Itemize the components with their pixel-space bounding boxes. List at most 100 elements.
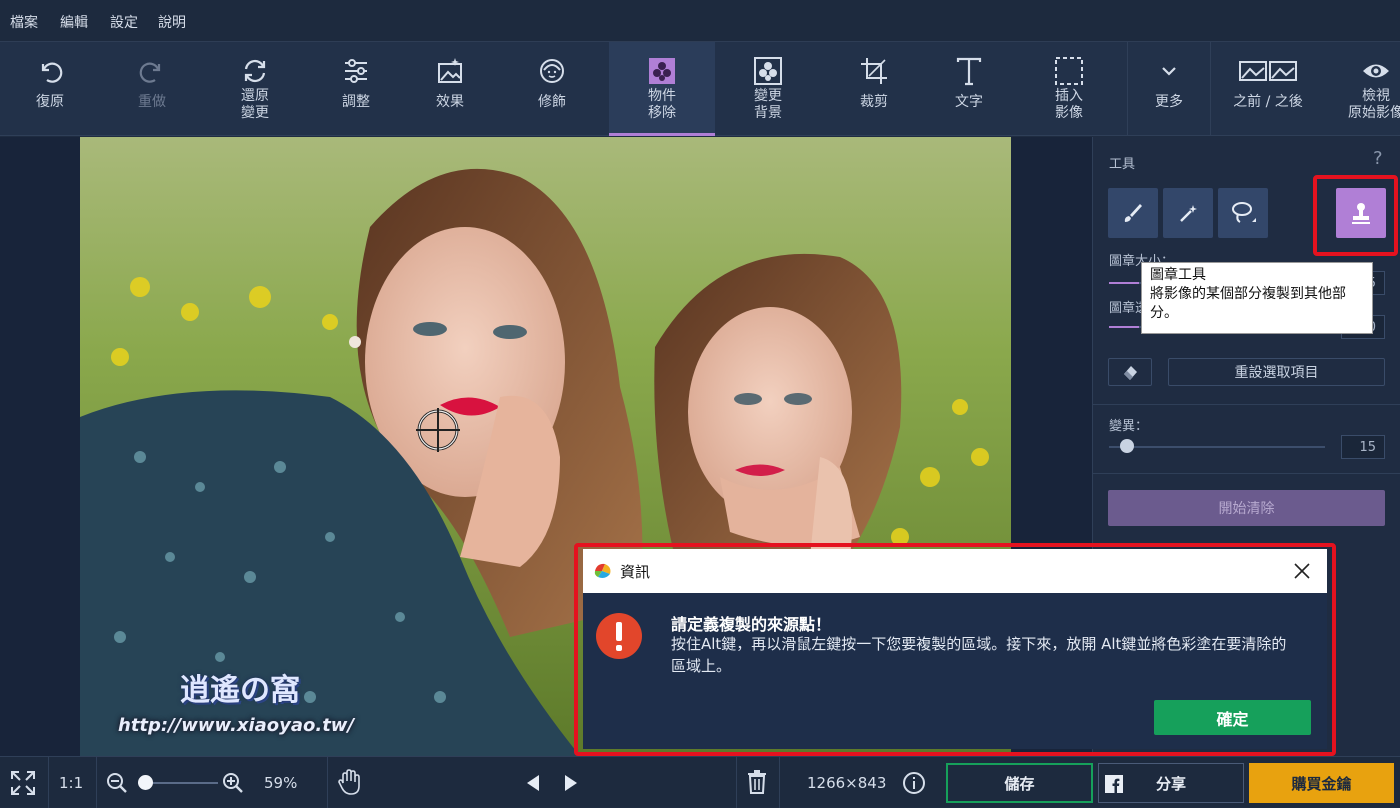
revert-changes-button[interactable]: 還原 變更 <box>205 42 305 136</box>
magic-wand-icon <box>1180 205 1197 222</box>
help-icon[interactable]: ? <box>1373 148 1383 169</box>
facebook-icon <box>1105 775 1123 793</box>
menu-bar: 檔案 編輯 設定 說明 <box>0 0 1400 42</box>
info-icon[interactable] <box>902 771 926 795</box>
eraser-button[interactable] <box>1108 358 1152 386</box>
eraser-icon <box>1124 366 1137 380</box>
object-removal-button[interactable]: 物件 移除 <box>609 42 715 136</box>
zoom-out-icon[interactable] <box>106 772 128 794</box>
retouch-button[interactable]: 修飾 <box>502 42 602 136</box>
hand-tool-icon[interactable] <box>338 769 360 795</box>
toolbar: 復原 重做 還原 變更 調整 效果 修飾 物件 移除 變更 背景 裁剪 文字 插… <box>0 42 1400 136</box>
crop-button[interactable]: 裁剪 <box>824 42 924 136</box>
view-original-label-1: 檢視 <box>1362 88 1390 104</box>
chevron-down-icon <box>1162 67 1176 76</box>
actual-size-button[interactable]: 1:1 <box>59 774 83 792</box>
undo-button[interactable]: 復原 <box>0 42 100 136</box>
variance-value[interactable]: 15 <box>1341 435 1385 459</box>
object-removal-label-2: 移除 <box>648 105 676 121</box>
change-bg-label-1: 變更 <box>754 88 782 104</box>
insert-image-label-1: 插入 <box>1055 88 1083 104</box>
toolbar-separator-2 <box>1210 42 1211 136</box>
start-erase-button[interactable]: 開始清除 <box>1108 490 1385 526</box>
stamp-tool-tooltip: 圖章工具 將影像的某個部分複製到其他部分。 <box>1141 262 1373 334</box>
panel-divider-2 <box>1093 473 1400 474</box>
crop-label: 裁剪 <box>860 94 888 110</box>
menu-file[interactable]: 檔案 <box>10 12 38 32</box>
trash-icon[interactable] <box>747 770 767 794</box>
face-icon <box>540 59 564 83</box>
bottom-bar: 1:1 59% 1266×843 儲存 分享 購買金鑰 <box>0 756 1400 808</box>
lasso-icon <box>1232 202 1256 223</box>
retouch-label: 修飾 <box>538 94 566 110</box>
stamp-tool-highlight <box>1313 175 1398 256</box>
variance-slider-handle[interactable] <box>1120 439 1134 453</box>
effects-icon <box>438 58 462 83</box>
magic-wand-tool-button[interactable] <box>1163 188 1213 238</box>
revert-label-2: 變更 <box>241 105 269 121</box>
menu-settings[interactable]: 設定 <box>110 12 138 32</box>
redo-button[interactable]: 重做 <box>102 42 202 136</box>
adjust-button[interactable]: 調整 <box>306 42 406 136</box>
insert-image-label-2: 影像 <box>1055 105 1083 121</box>
fullscreen-icon[interactable] <box>10 770 36 796</box>
before-after-label: 之前 / 之後 <box>1233 94 1303 110</box>
revert-label-1: 還原 <box>241 88 269 104</box>
object-removal-icon <box>649 58 675 84</box>
bottom-separator <box>736 757 737 808</box>
previous-image-icon[interactable] <box>524 773 542 793</box>
effects-button[interactable]: 效果 <box>400 42 500 136</box>
insert-image-button[interactable]: 插入 影像 <box>1019 42 1119 136</box>
more-button[interactable]: 更多 <box>1128 42 1210 136</box>
bottom-separator <box>779 757 780 808</box>
bottom-separator <box>96 757 97 808</box>
lasso-tool-button[interactable] <box>1218 188 1268 238</box>
undo-icon <box>41 62 63 83</box>
panel-divider <box>1093 404 1400 405</box>
tools-title: 工具 <box>1109 157 1136 172</box>
share-label: 分享 <box>1155 774 1186 793</box>
change-bg-label-2: 背景 <box>754 105 782 121</box>
brush-tool-button[interactable] <box>1108 188 1158 238</box>
object-removal-label-1: 物件 <box>648 88 676 104</box>
sliders-icon <box>345 59 367 83</box>
brush-icon <box>1124 204 1142 222</box>
image-dimensions: 1266×843 <box>807 774 887 792</box>
opacity-fill <box>1109 326 1139 328</box>
before-after-button[interactable]: 之前 / 之後 <box>1212 42 1324 136</box>
zoom-in-icon[interactable] <box>222 772 244 794</box>
text-button[interactable]: 文字 <box>919 42 1019 136</box>
eye-icon <box>1363 64 1389 78</box>
view-original-label-2: 原始影像 <box>1348 105 1400 121</box>
variance-label: 變異： <box>1109 419 1149 434</box>
text-label: 文字 <box>955 94 983 110</box>
refresh-icon <box>244 59 266 83</box>
next-image-icon[interactable] <box>562 773 580 793</box>
redo-icon <box>139 62 161 83</box>
text-icon <box>956 57 982 86</box>
effects-label: 效果 <box>436 94 464 110</box>
redo-label: 重做 <box>138 94 166 110</box>
tooltip-title: 圖章工具 <box>1150 267 1206 283</box>
reset-selection-button[interactable]: 重設選取項目 <box>1168 358 1385 386</box>
watermark-logo: 逍遙の窩 <box>180 673 300 708</box>
share-button[interactable]: 分享 <box>1098 763 1244 803</box>
tooltip-body: 將影像的某個部分複製到其他部分。 <box>1150 286 1346 321</box>
menu-edit[interactable]: 編輯 <box>60 12 88 32</box>
save-button[interactable]: 儲存 <box>946 763 1093 803</box>
menu-help[interactable]: 說明 <box>158 12 186 32</box>
insert-image-icon <box>1055 57 1083 85</box>
buy-key-button[interactable]: 購買金鑰 <box>1249 763 1394 803</box>
adjust-label: 調整 <box>342 94 370 110</box>
bottom-separator <box>327 757 328 808</box>
view-original-button[interactable]: 檢視 原始影像 <box>1330 42 1400 136</box>
crop-icon <box>861 58 887 84</box>
change-background-button[interactable]: 變更 背景 <box>718 42 818 136</box>
variance-slider[interactable] <box>1109 446 1325 448</box>
zoom-percent: 59% <box>264 774 298 792</box>
brush-size-fill <box>1109 282 1139 284</box>
more-label: 更多 <box>1155 94 1183 110</box>
zoom-slider-handle[interactable] <box>138 775 153 790</box>
before-after-icon <box>1239 61 1297 81</box>
change-background-icon <box>754 57 782 85</box>
